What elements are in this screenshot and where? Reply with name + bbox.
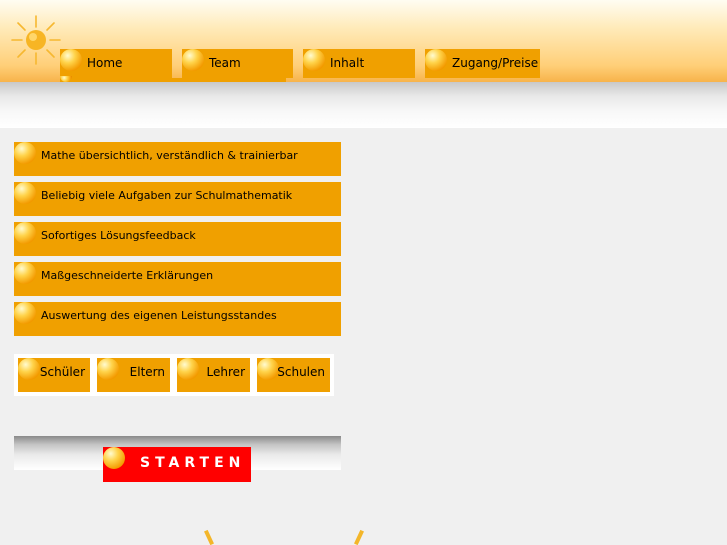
orange-orb-icon xyxy=(97,358,119,380)
feature-item-erklaerungen[interactable]: Maßgeschneiderte Erklärungen xyxy=(14,262,341,296)
feature-item-label: Sofortiges Lösungsfeedback xyxy=(41,229,196,242)
nav-team-label: Team xyxy=(209,56,241,70)
header-shadow-band xyxy=(0,82,727,128)
audience-label: Schulen xyxy=(277,365,325,379)
orange-orb-icon xyxy=(103,447,125,469)
header-banner: Home Team Inhalt Zugang/Preise xyxy=(0,0,727,82)
audience-label: Lehrer xyxy=(206,365,245,379)
orange-orb-icon xyxy=(177,358,199,380)
nav-zugang-preise-button[interactable]: Zugang/Preise xyxy=(425,49,540,78)
feature-item-auswertung[interactable]: Auswertung des eigenen Leistungsstandes xyxy=(14,302,341,336)
feature-item-aufgaben[interactable]: Beliebig viele Aufgaben zur Schulmathema… xyxy=(14,182,341,216)
orange-orb-icon xyxy=(14,182,36,204)
sun-ray-icon xyxy=(204,529,214,545)
orange-orb-icon xyxy=(14,262,36,284)
orange-orb-icon xyxy=(257,358,279,380)
nav-zugang-preise-label: Zugang/Preise xyxy=(452,56,539,70)
feature-item-label: Beliebig viele Aufgaben zur Schulmathema… xyxy=(41,189,293,202)
feature-item-feedback[interactable]: Sofortiges Lösungsfeedback xyxy=(14,222,341,256)
start-button[interactable]: STARTEN xyxy=(103,447,251,482)
feature-item-label: Maßgeschneiderte Erklärungen xyxy=(41,269,214,282)
audience-schueler-button[interactable]: Schüler xyxy=(18,358,90,392)
nav-inhalt-button[interactable]: Inhalt xyxy=(303,49,415,78)
nav-team-button[interactable]: Team xyxy=(182,49,293,78)
feature-item-mathe[interactable]: Mathe übersichtlich, verständlich & trai… xyxy=(14,142,341,176)
sun-ray-icon xyxy=(354,529,364,545)
sun-logo-icon xyxy=(11,15,61,65)
orange-orb-icon xyxy=(14,222,36,244)
audience-schulen-button[interactable]: Schulen xyxy=(257,358,330,392)
orange-orb-icon xyxy=(425,49,447,71)
orange-orb-icon xyxy=(14,142,36,164)
orange-orb-icon xyxy=(18,358,40,380)
nav-home-button[interactable]: Home xyxy=(60,49,172,78)
orange-orb-icon xyxy=(182,49,204,71)
feature-item-label: Auswertung des eigenen Leistungsstandes xyxy=(41,309,277,322)
audience-label: Schüler xyxy=(39,365,85,379)
feature-item-label: Mathe übersichtlich, verständlich & trai… xyxy=(41,149,298,162)
nav-home-label: Home xyxy=(87,56,123,70)
audience-eltern-button[interactable]: Eltern xyxy=(97,358,170,392)
audience-lehrer-button[interactable]: Lehrer xyxy=(177,358,250,392)
nav-inhalt-label: Inhalt xyxy=(330,56,365,70)
orange-orb-icon xyxy=(60,49,82,71)
orange-orb-icon xyxy=(303,49,325,71)
audience-label: Eltern xyxy=(129,365,165,379)
orange-orb-icon xyxy=(14,302,36,324)
start-button-label: STARTEN xyxy=(140,455,246,471)
